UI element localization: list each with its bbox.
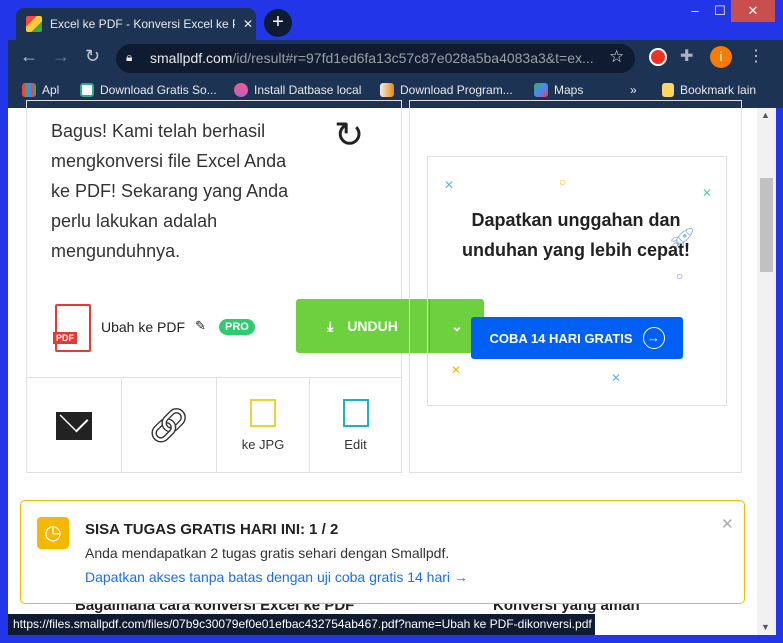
success-message: Bagus! Kami telah berhasil mengkonversi … — [51, 121, 289, 261]
bookmark-item[interactable]: Download Program... — [380, 80, 513, 100]
close-banner-icon[interactable]: ✕ — [721, 515, 734, 533]
action-label: Edit — [344, 437, 367, 452]
confetti-icon: ✕ — [444, 178, 455, 192]
link-icon: 🔗︎ — [147, 406, 191, 445]
file-name[interactable]: Ubah ke PDF — [101, 319, 185, 335]
folder-icon — [662, 83, 674, 97]
trial-link[interactable]: Dapatkan akses tanpa batas dengan uji co… — [85, 569, 468, 585]
pencil-icon[interactable]: ✎ — [195, 318, 206, 334]
bookmark-apps[interactable]: Apl — [22, 80, 59, 100]
site-icon — [234, 83, 248, 97]
profile-avatar[interactable]: i — [710, 46, 732, 68]
confetti-icon: ✕ — [451, 363, 462, 377]
clock-icon: ◷ — [37, 517, 69, 549]
jpg-icon — [250, 399, 276, 427]
forward-icon[interactable]: → — [52, 46, 70, 67]
extensions-icon[interactable]: ✚ — [680, 46, 693, 66]
jpg-action[interactable]: ke JPG — [217, 377, 310, 473]
close-window-button[interactable]: ✕ — [731, 0, 775, 22]
edit-action[interactable]: Edit — [310, 377, 402, 473]
edit-icon — [342, 399, 369, 427]
address-bar[interactable]: smallpdf.com/id/result#r=97fd1ed6fa13c57… — [116, 44, 635, 73]
tab-title: Excel ke PDF - Konversi Excel ke PDF — [50, 17, 235, 31]
promo-title: Dapatkan unggahan dan unduhan yang lebih… — [461, 210, 690, 260]
bookmark-item[interactable]: Install Datbase local — [234, 80, 361, 100]
action-label: ke JPG — [241, 437, 285, 452]
bookmark-label: Apl — [42, 83, 60, 97]
bookmark-label: Bookmark lain — [680, 83, 757, 97]
bookmark-label: Install Datbase local — [254, 83, 362, 97]
free-tasks-banner: ◷ SISA TUGAS GRATIS HARI INI: 1 / 2 Anda… — [20, 500, 745, 604]
lock-icon[interactable]: 🔒︎ — [126, 50, 132, 65]
banner-title: SISA TUGAS GRATIS HARI INI: 1 / 2 — [85, 521, 339, 538]
url-path: /id/result#r=97fd1ed6fa13c57c87e028a5ba4… — [232, 50, 594, 66]
restart-icon[interactable]: ↻ — [334, 114, 364, 156]
site-icon — [80, 83, 94, 97]
bookmark-label: Download Gratis So... — [100, 83, 217, 97]
confetti-icon: ✕ — [611, 371, 622, 385]
bookmark-overflow[interactable]: » — [630, 80, 637, 100]
pdf-file-icon: PDF — [53, 304, 91, 352]
maximize-button[interactable]: ☐ — [710, 0, 730, 22]
minimize-button[interactable]: – — [680, 0, 710, 22]
bookmark-label: Maps — [554, 83, 584, 97]
pro-badge: PRO — [219, 319, 255, 335]
browser-tab[interactable]: Excel ke PDF - Konversi Excel ke PDF ✕ — [16, 8, 256, 40]
confetti-icon: ○ — [676, 269, 684, 283]
reload-icon[interactable]: ↻ — [85, 46, 100, 67]
url-domain: smallpdf.com — [150, 50, 233, 66]
bookmark-item[interactable]: Maps — [534, 80, 583, 100]
adblock-extension-icon[interactable] — [649, 48, 667, 66]
new-tab-button[interactable]: + — [264, 9, 292, 37]
link-action[interactable]: 🔗︎ — [122, 377, 217, 473]
download-label: UNDUH — [347, 318, 398, 334]
maps-icon — [534, 83, 548, 97]
confetti-icon: ✕ — [702, 186, 713, 200]
menu-icon[interactable]: ⋮ — [748, 46, 764, 66]
scroll-up-icon[interactable]: ▲ — [761, 110, 770, 120]
download-icon: ⤓ — [327, 317, 334, 334]
back-icon[interactable]: ← — [20, 46, 38, 67]
email-action[interactable] — [26, 377, 122, 473]
other-bookmarks[interactable]: Bookmark lain — [662, 80, 756, 100]
mail-icon — [55, 403, 92, 440]
arrow-right-icon: → — [642, 327, 665, 349]
scrollbar-thumb[interactable] — [760, 178, 773, 272]
scroll-down-icon[interactable]: ▼ — [761, 622, 770, 632]
smallpdf-favicon — [26, 16, 42, 32]
close-tab-icon[interactable]: ✕ — [243, 17, 253, 31]
bookmark-label: Download Program... — [400, 83, 513, 97]
star-icon[interactable]: ☆ — [609, 47, 624, 67]
apps-icon — [22, 83, 36, 97]
bookmark-item[interactable]: Download Gratis So... — [80, 80, 217, 100]
site-icon — [380, 83, 394, 97]
banner-text: Anda mendapatkan 2 tugas gratis sehari d… — [85, 545, 450, 561]
trial-label: COBA 14 HARI GRATIS — [489, 330, 633, 346]
confetti-icon: ○ — [559, 175, 567, 189]
trial-button[interactable]: COBA 14 HARI GRATIS → — [471, 317, 683, 359]
status-bar-url: https://files.smallpdf.com/files/07b9c30… — [8, 614, 595, 635]
